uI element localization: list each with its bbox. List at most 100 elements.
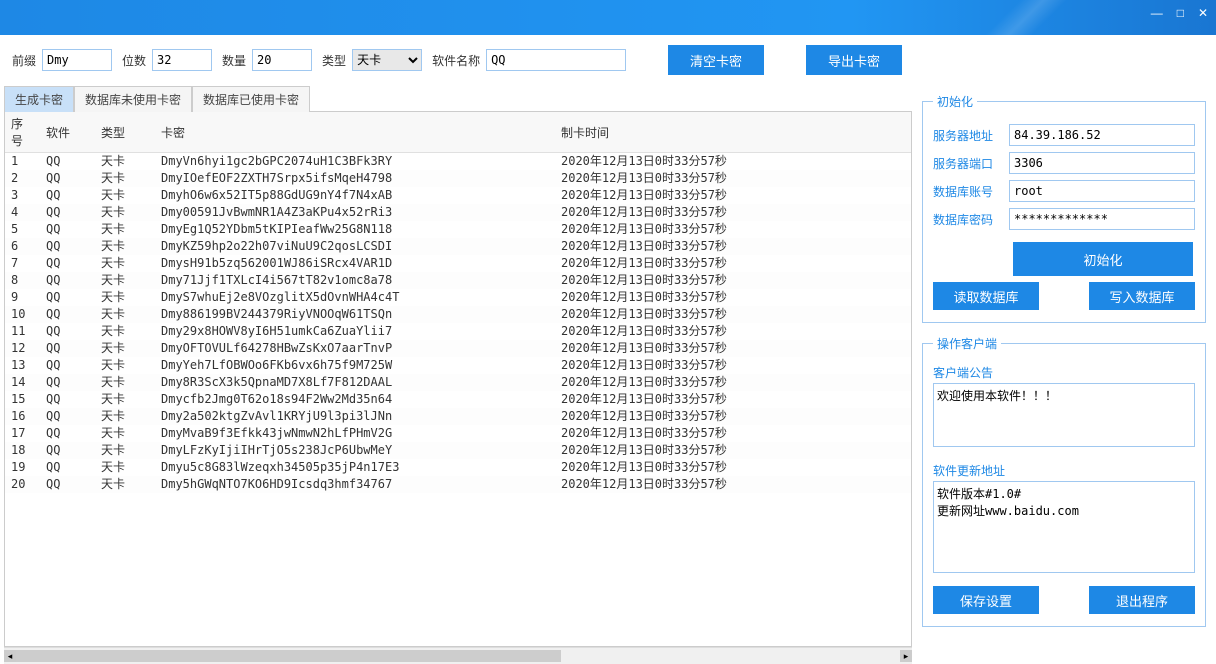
col-seq[interactable]: 序号 — [5, 112, 40, 153]
cell: QQ — [40, 170, 95, 187]
cell: DmyIOefEOF2ZXTH7Srpx5ifsMqeH4798 — [155, 170, 555, 187]
table-row[interactable]: 11QQ天卡Dmy29x8HOWV8yI6H51umkCa6ZuaYlii720… — [5, 323, 911, 340]
table-row[interactable]: 7QQ天卡DmysH91b5zq562001WJ86iSRcx4VAR1D202… — [5, 255, 911, 272]
export-keys-button[interactable]: 导出卡密 — [806, 45, 902, 75]
cell: 9 — [5, 289, 40, 306]
cell: 2020年12月13日0时33分57秒 — [555, 323, 911, 340]
table-row[interactable]: 16QQ天卡Dmy2a502ktgZvAvl1KRYjU9l3pi3lJNn20… — [5, 408, 911, 425]
key-table[interactable]: 序号 软件 类型 卡密 制卡时间 1QQ天卡DmyVn6hyi1gc2bGPC2… — [4, 112, 912, 647]
cell: DmyMvaB9f3Efkk43jwNmwN2hLfPHmV2G — [155, 425, 555, 442]
scroll-left-icon[interactable]: ◂ — [4, 650, 16, 662]
prefix-input[interactable] — [42, 49, 112, 71]
cell: 2020年12月13日0时33分57秒 — [555, 340, 911, 357]
cell: 5 — [5, 221, 40, 238]
col-type[interactable]: 类型 — [95, 112, 155, 153]
cell: QQ — [40, 221, 95, 238]
notice-textarea[interactable] — [933, 383, 1195, 447]
tabs: 生成卡密 数据库未使用卡密 数据库已使用卡密 — [4, 85, 912, 112]
cell: Dmy2a502ktgZvAvl1KRYjU9l3pi3lJNn — [155, 408, 555, 425]
cell: QQ — [40, 391, 95, 408]
cell: Dmy00591JvBwmNR1A4Z3aKPu4x52rRi3 — [155, 204, 555, 221]
toolbar: 前缀 位数 数量 类型 天卡 软件名称 清空卡密 导出卡密 — [0, 35, 1216, 85]
table-row[interactable]: 3QQ天卡DmyhO6w6x52IT5p88GdUG9nY4f7N4xAB202… — [5, 187, 911, 204]
cell: DmyS7whuEj2e8VOzglitX5dOvnWHA4c4T — [155, 289, 555, 306]
scroll-right-icon[interactable]: ▸ — [900, 650, 912, 662]
cell: DmysH91b5zq562001WJ86iSRcx4VAR1D — [155, 255, 555, 272]
db-user-input[interactable] — [1009, 180, 1195, 202]
server-port-label: 服务器端口 — [933, 155, 1003, 172]
cell: 2020年12月13日0时33分57秒 — [555, 238, 911, 255]
table-row[interactable]: 12QQ天卡DmyOFTOVULf64278HBwZsKxO7aarTnvP20… — [5, 340, 911, 357]
cell: DmyYeh7LfOBWOo6FKb6vx6h75f9M725W — [155, 357, 555, 374]
write-db-button[interactable]: 写入数据库 — [1089, 282, 1195, 310]
digits-label: 位数 — [122, 52, 146, 69]
server-addr-input[interactable] — [1009, 124, 1195, 146]
type-select[interactable]: 天卡 — [352, 49, 422, 71]
softname-label: 软件名称 — [432, 52, 480, 69]
tab-unused[interactable]: 数据库未使用卡密 — [74, 86, 192, 112]
table-row[interactable]: 14QQ天卡Dmy8R3ScX3k5QpnaMD7X8Lf7F812DAAL20… — [5, 374, 911, 391]
cell: 2020年12月13日0时33分57秒 — [555, 221, 911, 238]
table-row[interactable]: 15QQ天卡Dmycfb2Jmg0T62o18s94F2Ww2Md35n6420… — [5, 391, 911, 408]
scroll-thumb[interactable] — [16, 650, 561, 662]
table-row[interactable]: 6QQ天卡DmyKZ59hp2o22h07viNuU9C2qosLCSDI202… — [5, 238, 911, 255]
cell: 7 — [5, 255, 40, 272]
cell: QQ — [40, 425, 95, 442]
exit-button[interactable]: 退出程序 — [1089, 586, 1195, 614]
table-row[interactable]: 20QQ天卡Dmy5hGWqNTO7KO6HD9Icsdq3hmf3476720… — [5, 476, 911, 493]
cell: 8 — [5, 272, 40, 289]
cell: 11 — [5, 323, 40, 340]
col-soft[interactable]: 软件 — [40, 112, 95, 153]
count-input[interactable] — [252, 49, 312, 71]
init-button[interactable]: 初始化 — [1013, 242, 1193, 276]
read-db-button[interactable]: 读取数据库 — [933, 282, 1039, 310]
init-group: 初始化 服务器地址 服务器端口 数据库账号 数据库密码 初始化 读取数据库 写入… — [922, 93, 1206, 323]
cell: 天卡 — [95, 459, 155, 476]
table-row[interactable]: 1QQ天卡DmyVn6hyi1gc2bGPC2074uH1C3BFk3RY202… — [5, 153, 911, 171]
cell: 天卡 — [95, 204, 155, 221]
softname-input[interactable] — [486, 49, 626, 71]
save-settings-button[interactable]: 保存设置 — [933, 586, 1039, 614]
table-row[interactable]: 17QQ天卡DmyMvaB9f3Efkk43jwNmwN2hLfPHmV2G20… — [5, 425, 911, 442]
db-pass-input[interactable] — [1009, 208, 1195, 230]
table-row[interactable]: 5QQ天卡DmyEg1Q52YDbm5tKIPIeafWw25G8N118202… — [5, 221, 911, 238]
cell: Dmy8R3ScX3k5QpnaMD7X8Lf7F812DAAL — [155, 374, 555, 391]
cell: QQ — [40, 204, 95, 221]
count-label: 数量 — [222, 52, 246, 69]
cell: 13 — [5, 357, 40, 374]
tab-generate[interactable]: 生成卡密 — [4, 86, 74, 112]
table-row[interactable]: 4QQ天卡Dmy00591JvBwmNR1A4Z3aKPu4x52rRi3202… — [5, 204, 911, 221]
clear-keys-button[interactable]: 清空卡密 — [668, 45, 764, 75]
horizontal-scrollbar[interactable]: ◂ ▸ — [4, 647, 912, 664]
cell: QQ — [40, 357, 95, 374]
cell: Dmycfb2Jmg0T62o18s94F2Ww2Md35n64 — [155, 391, 555, 408]
notice-label: 客户端公告 — [933, 364, 1195, 381]
maximize-icon[interactable]: □ — [1177, 6, 1184, 20]
server-port-input[interactable] — [1009, 152, 1195, 174]
table-row[interactable]: 8QQ天卡Dmy71Jjf1TXLcI4i567tT82v1omc8a78202… — [5, 272, 911, 289]
table-row[interactable]: 18QQ天卡DmyLFzKyIjiIHrTjO5s238JcP6UbwMeY20… — [5, 442, 911, 459]
table-row[interactable]: 10QQ天卡Dmy886199BV244379RiyVNOOqW61TSQn20… — [5, 306, 911, 323]
cell: 19 — [5, 459, 40, 476]
tab-used[interactable]: 数据库已使用卡密 — [192, 86, 310, 112]
cell: 2020年12月13日0时33分57秒 — [555, 408, 911, 425]
minimize-icon[interactable]: — — [1151, 6, 1163, 20]
server-addr-label: 服务器地址 — [933, 127, 1003, 144]
cell: 天卡 — [95, 425, 155, 442]
type-label: 类型 — [322, 52, 346, 69]
table-row[interactable]: 13QQ天卡DmyYeh7LfOBWOo6FKb6vx6h75f9M725W20… — [5, 357, 911, 374]
cell: DmyVn6hyi1gc2bGPC2074uH1C3BFk3RY — [155, 153, 555, 171]
col-key[interactable]: 卡密 — [155, 112, 555, 153]
update-textarea[interactable] — [933, 481, 1195, 573]
table-row[interactable]: 2QQ天卡DmyIOefEOF2ZXTH7Srpx5ifsMqeH4798202… — [5, 170, 911, 187]
cell: 2020年12月13日0时33分57秒 — [555, 459, 911, 476]
cell: 18 — [5, 442, 40, 459]
cell: 天卡 — [95, 238, 155, 255]
table-row[interactable]: 19QQ天卡Dmyu5c8G83lWzeqxh34505p35jP4n17E32… — [5, 459, 911, 476]
col-time[interactable]: 制卡时间 — [555, 112, 911, 153]
table-row[interactable]: 9QQ天卡DmyS7whuEj2e8VOzglitX5dOvnWHA4c4T20… — [5, 289, 911, 306]
digits-input[interactable] — [152, 49, 212, 71]
cell: 天卡 — [95, 153, 155, 171]
close-icon[interactable]: ✕ — [1198, 6, 1208, 20]
cell: Dmy5hGWqNTO7KO6HD9Icsdq3hmf34767 — [155, 476, 555, 493]
